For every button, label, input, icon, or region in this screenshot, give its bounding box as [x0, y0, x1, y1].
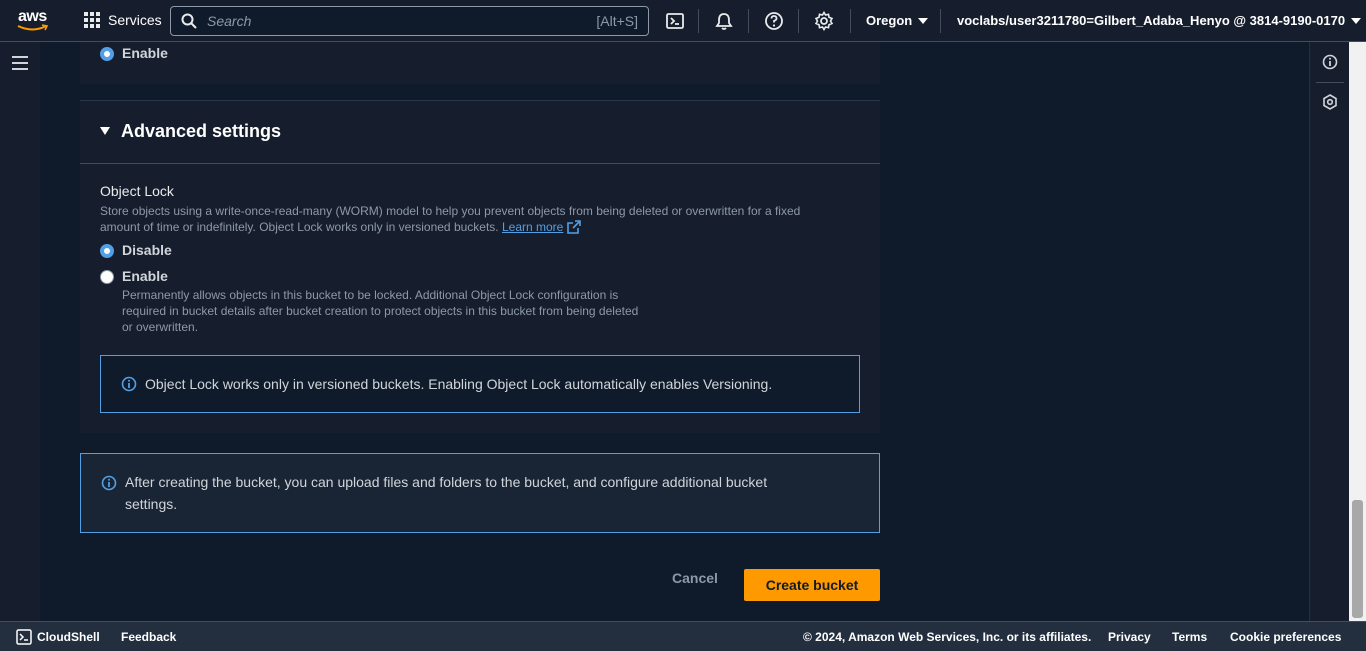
- create-bucket-button[interactable]: Create bucket: [744, 569, 880, 601]
- object-lock-enable-description: Permanently allows objects in this bucke…: [122, 287, 682, 335]
- caret-down-icon: [1351, 17, 1362, 24]
- external-link-icon[interactable]: [566, 220, 581, 234]
- left-rail: [0, 42, 40, 621]
- nav-divider: [798, 9, 799, 33]
- nav-divider: [940, 9, 941, 33]
- enable-description-line: or overwritten.: [122, 320, 199, 334]
- scrollbar-thumb[interactable]: [1352, 500, 1363, 618]
- advanced-settings-panel: Advanced settings Object Lock Store obje…: [80, 100, 880, 433]
- help-icon[interactable]: [764, 11, 784, 31]
- enable-description-line: required in bucket details after bucket …: [122, 304, 639, 318]
- info-icon: [121, 376, 137, 392]
- object-lock-disable-radio[interactable]: [100, 244, 114, 258]
- object-lock-enable-radio[interactable]: [100, 270, 114, 284]
- region-selector[interactable]: Oregon: [866, 13, 929, 28]
- services-menu-button[interactable]: Services: [84, 12, 162, 28]
- footer-privacy-link[interactable]: Privacy: [1108, 630, 1151, 644]
- advanced-settings-header[interactable]: Advanced settings: [80, 100, 880, 164]
- services-label: Services: [108, 12, 162, 28]
- object-lock-disable-label: Disable: [122, 242, 172, 258]
- services-grid-icon: [84, 12, 100, 28]
- gear-icon[interactable]: [814, 11, 834, 31]
- nav-divider: [698, 9, 699, 33]
- footer: CloudShell Feedback © 2024, Amazon Web S…: [0, 621, 1366, 651]
- enable-description-line: Permanently allows objects in this bucke…: [122, 288, 619, 302]
- after-create-info-text: After creating the bucket, you can uploa…: [125, 471, 845, 515]
- account-menu[interactable]: voclabs/user3211780=Gilbert_Adaba_Henyo …: [957, 13, 1362, 28]
- footer-feedback-link[interactable]: Feedback: [121, 630, 176, 644]
- right-rail: [1309, 42, 1349, 621]
- footer-terms-link[interactable]: Terms: [1172, 630, 1207, 644]
- cancel-button[interactable]: Cancel: [672, 570, 718, 586]
- object-lock-description-line2: amount of time or indefinitely. Object L…: [100, 220, 499, 234]
- rail-divider: [1316, 82, 1344, 83]
- object-lock-info-text: Object Lock works only in versioned buck…: [145, 376, 773, 392]
- top-navigation: aws Services Search [Alt+S] Oregon vocla…: [0, 0, 1366, 42]
- aws-logo[interactable]: aws: [14, 8, 54, 34]
- search-input[interactable]: Search [Alt+S]: [170, 6, 649, 36]
- previous-enable-label: Enable: [122, 45, 168, 61]
- object-lock-info-alert: Object Lock works only in versioned buck…: [100, 355, 860, 413]
- hamburger-menu-icon[interactable]: [12, 56, 28, 74]
- object-lock-description-line1: Store objects using a write-once-read-ma…: [100, 204, 801, 218]
- nav-divider: [748, 9, 749, 33]
- learn-more-link[interactable]: Learn more: [502, 220, 563, 234]
- after-create-info-line: After creating the bucket, you can uploa…: [125, 474, 768, 490]
- search-icon: [181, 13, 197, 29]
- search-shortcut: [Alt+S]: [596, 13, 638, 29]
- object-lock-description-line2-row: amount of time or indefinitely. Object L…: [100, 219, 860, 235]
- previous-section-panel: Enable: [80, 42, 880, 84]
- aws-smile-icon: [17, 24, 49, 31]
- nav-divider: [850, 9, 851, 33]
- advanced-settings-title: Advanced settings: [121, 121, 282, 141]
- after-create-info-alert: After creating the bucket, you can uploa…: [80, 453, 880, 533]
- hexagon-icon[interactable]: [1322, 94, 1338, 110]
- info-icon: [101, 475, 117, 491]
- account-label: voclabs/user3211780=Gilbert_Adaba_Henyo …: [957, 13, 1346, 28]
- footer-copyright: © 2024, Amazon Web Services, Inc. or its…: [803, 630, 1092, 644]
- object-lock-description: Store objects using a write-once-read-ma…: [100, 203, 860, 235]
- main-content: Enable Advanced settings Object Lock Sto…: [40, 42, 1309, 621]
- info-panel-icon[interactable]: [1322, 54, 1338, 70]
- cloudshell-icon[interactable]: [16, 629, 32, 645]
- caret-expanded-icon: [100, 127, 110, 135]
- bell-icon[interactable]: [714, 11, 734, 31]
- footer-cloudshell-link[interactable]: CloudShell: [37, 630, 100, 644]
- object-lock-title: Object Lock: [100, 183, 174, 199]
- region-label: Oregon: [866, 13, 913, 28]
- caret-down-icon: [918, 17, 929, 24]
- previous-enable-radio[interactable]: [100, 47, 114, 61]
- object-lock-enable-label: Enable: [122, 268, 168, 284]
- footer-cookie-preferences-link[interactable]: Cookie preferences: [1230, 630, 1341, 644]
- after-create-info-line: settings.: [125, 496, 178, 512]
- page-scrollbar[interactable]: [1349, 42, 1366, 621]
- search-placeholder: Search: [207, 13, 252, 29]
- cloudshell-icon[interactable]: [665, 11, 685, 31]
